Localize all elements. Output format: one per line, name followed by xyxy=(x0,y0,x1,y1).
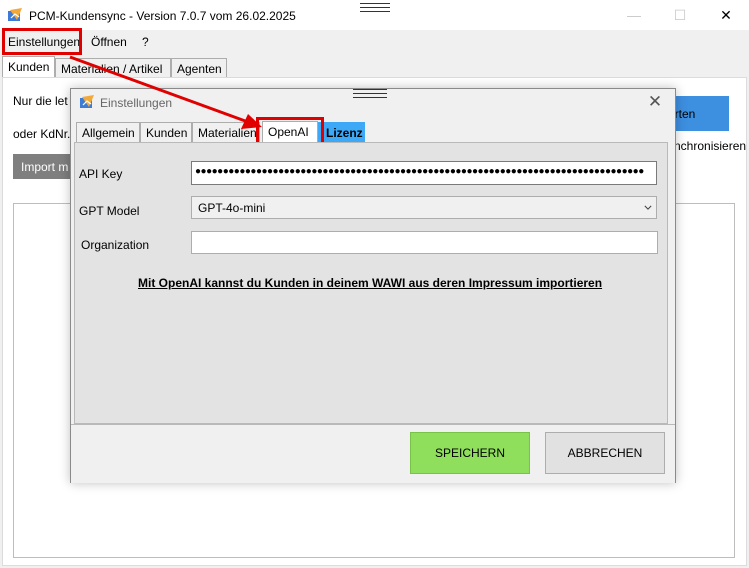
gpt-model-value: GPT-4o-mini xyxy=(198,201,266,215)
filter-label-2: oder KdNr. xyxy=(13,127,71,141)
organization-label: Organization xyxy=(81,238,150,252)
organization-input[interactable] xyxy=(191,231,658,254)
dialog-close-icon[interactable]: ✕ xyxy=(646,93,664,111)
tab-agenten[interactable]: Agenten xyxy=(171,58,227,78)
minimize-button[interactable]: — xyxy=(611,0,657,30)
highlight-menu-einstellungen xyxy=(2,28,82,55)
api-key-input[interactable]: ●●●●●●●●●●●●●●●●●●●●●●●●●●●●●●●●●●●●●●●●… xyxy=(191,161,657,185)
tab-kunden[interactable]: Kunden xyxy=(2,56,55,78)
dialog-drag-handle[interactable] xyxy=(353,89,387,98)
app-logo-icon xyxy=(8,8,22,21)
dialog-tab-materialien[interactable]: Materialien xyxy=(192,122,260,142)
close-icon: ✕ xyxy=(720,6,732,23)
drag-handle[interactable] xyxy=(360,3,390,12)
cancel-button[interactable]: ABBRECHEN xyxy=(545,432,665,474)
api-key-value: ●●●●●●●●●●●●●●●●●●●●●●●●●●●●●●●●●●●●●●●●… xyxy=(195,166,644,177)
tab-materialien-artikel[interactable]: Materialien / Artikel xyxy=(55,58,171,78)
cancel-button-label: ABBRECHEN xyxy=(567,446,643,460)
close-button[interactable]: ✕ xyxy=(703,0,749,30)
minimize-icon: — xyxy=(627,7,641,23)
menu-oeffnen[interactable]: Öffnen xyxy=(91,35,127,49)
sync-label: ynchronisieren xyxy=(668,139,747,153)
dialog-tab-allgemein[interactable]: Allgemein xyxy=(76,122,140,142)
maximize-button[interactable]: ☐ xyxy=(657,0,703,30)
import-button[interactable]: Import m xyxy=(13,154,73,179)
dialog-tab-lizenz[interactable]: Lizenz xyxy=(318,122,365,142)
import-button-label: Import m xyxy=(21,160,69,174)
save-button-label: SPEICHERN xyxy=(434,446,505,460)
api-key-label: API Key xyxy=(79,167,123,181)
gpt-model-label: GPT Model xyxy=(79,204,140,218)
save-button[interactable]: SPEICHERN xyxy=(410,432,530,474)
gpt-model-select[interactable]: GPT-4o-mini xyxy=(191,196,657,219)
window-title: PCM-Kundensync - Version 7.0.7 vom 26.02… xyxy=(29,9,296,23)
dialog-app-icon xyxy=(80,95,94,108)
dialog-title: Einstellungen xyxy=(100,96,173,110)
filter-label-1: Nur die let xyxy=(13,94,68,108)
chevron-down-icon xyxy=(644,205,652,210)
openai-info-link[interactable]: Mit OpenAI kannst du Kunden in deinem WA… xyxy=(138,276,602,290)
dialog-tab-kunden[interactable]: Kunden xyxy=(140,122,192,142)
maximize-icon: ☐ xyxy=(673,6,687,23)
menu-help[interactable]: ? xyxy=(142,35,149,49)
